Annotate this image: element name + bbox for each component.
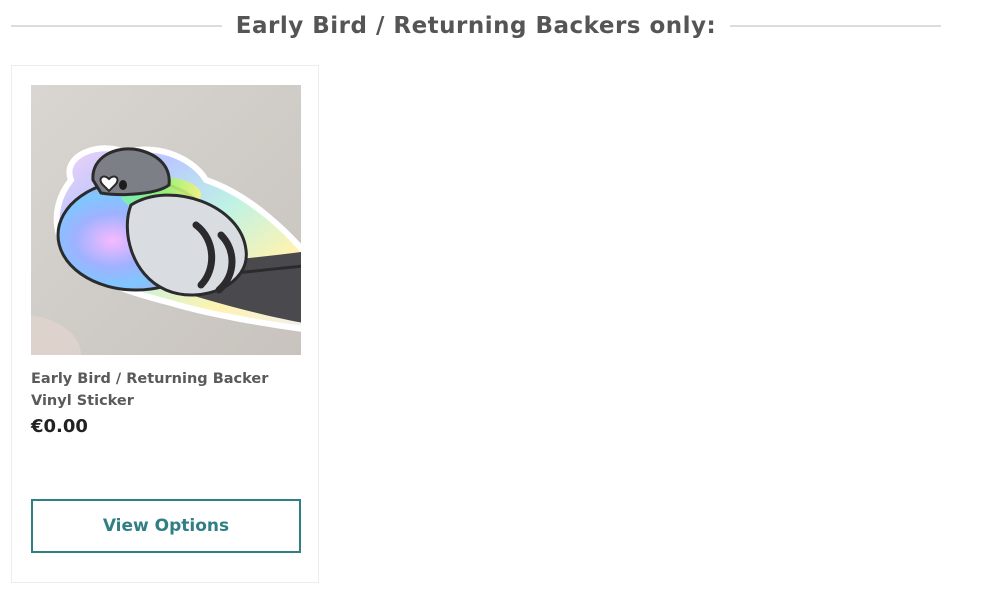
view-options-button[interactable]: View Options [31,499,301,553]
product-name[interactable]: Early Bird / Returning Backer Vinyl Stic… [31,368,301,412]
pigeon-sticker-image-icon [31,145,301,355]
divider-right [730,25,942,27]
section-title: Early Bird / Returning Backers only: [235,13,717,39]
product-card: Early Bird / Returning Backer Vinyl Stic… [11,65,319,583]
product-image[interactable] [31,85,301,355]
section-header: Early Bird / Returning Backers only: [11,8,942,44]
divider-left [11,25,222,27]
product-price: €0.00 [31,416,88,437]
